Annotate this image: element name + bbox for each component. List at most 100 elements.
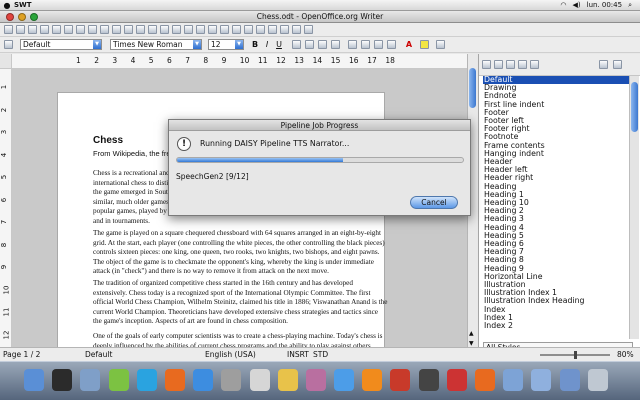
- documents-icon[interactable]: [531, 369, 552, 391]
- glasses-icon[interactable]: [418, 369, 439, 391]
- increase-indent-icon[interactable]: [387, 40, 396, 49]
- export-pdf-icon[interactable]: [64, 25, 73, 34]
- volume-icon[interactable]: ◀): [573, 1, 581, 9]
- folder-icon[interactable]: [503, 369, 524, 391]
- safari-icon[interactable]: [193, 369, 214, 391]
- background-color-icon[interactable]: [436, 40, 445, 49]
- page-style[interactable]: Default: [85, 350, 112, 359]
- finder-icon[interactable]: [24, 369, 44, 391]
- fill-format-icon[interactable]: [599, 60, 608, 69]
- email-icon[interactable]: [40, 25, 49, 34]
- list-styles-icon[interactable]: [530, 60, 539, 69]
- zoom-slider-handle[interactable]: [574, 351, 577, 359]
- zoom-slider[interactable]: [540, 351, 610, 359]
- minimize-window-button[interactable]: [18, 13, 26, 21]
- navigator-icon[interactable]: [244, 25, 253, 34]
- redo-icon[interactable]: [184, 25, 193, 34]
- zoom-window-button[interactable]: [30, 13, 38, 21]
- language[interactable]: English (USA): [205, 350, 256, 359]
- zoom-level[interactable]: 80%: [617, 350, 634, 359]
- save-icon[interactable]: [28, 25, 37, 34]
- document-heading[interactable]: Chess: [93, 135, 123, 146]
- cancel-button[interactable]: Cancel: [410, 196, 458, 209]
- align-center-icon[interactable]: [305, 40, 314, 49]
- page-preview-icon[interactable]: [88, 25, 97, 34]
- styles-formatting-icon[interactable]: [4, 40, 13, 49]
- autospell-icon[interactable]: [112, 25, 121, 34]
- downloads-icon[interactable]: [559, 369, 580, 391]
- spellcheck-icon[interactable]: [100, 25, 109, 34]
- photos-icon[interactable]: [305, 369, 326, 391]
- page-indicator[interactable]: Page 1 / 2: [3, 350, 40, 359]
- itunes-icon[interactable]: [334, 369, 355, 391]
- decrease-indent-icon[interactable]: [374, 40, 383, 49]
- page-styles-icon[interactable]: [518, 60, 527, 69]
- character-styles-icon[interactable]: [494, 60, 503, 69]
- align-left-icon[interactable]: [292, 40, 301, 49]
- scroll-up-icon[interactable]: ▲: [469, 330, 474, 337]
- ical-icon[interactable]: [390, 369, 411, 391]
- trash-icon[interactable]: [587, 369, 608, 391]
- close-window-button[interactable]: [6, 13, 14, 21]
- bold-button[interactable]: B: [250, 39, 260, 50]
- styles-scrollbar[interactable]: [629, 76, 639, 339]
- app-menu[interactable]: SWT: [14, 1, 32, 9]
- vertical-ruler[interactable]: 1 2 3 4 5 6 7 8 9 10 11 12: [0, 69, 12, 355]
- preview-icon[interactable]: [80, 369, 101, 391]
- new-style-icon[interactable]: [613, 60, 622, 69]
- vlc-icon[interactable]: [362, 369, 383, 391]
- scroll-thumb[interactable]: [469, 68, 476, 108]
- hyperlink-icon[interactable]: [196, 25, 205, 34]
- spotlight-icon[interactable]: ⌕: [628, 1, 632, 10]
- style-item[interactable]: Index 2: [483, 321, 629, 330]
- bullets-icon[interactable]: [361, 40, 370, 49]
- scroll-down-icon[interactable]: ▼: [469, 340, 474, 347]
- paragraph-styles-icon[interactable]: [482, 60, 491, 69]
- font-color-icon[interactable]: A: [404, 39, 414, 50]
- document-paragraph[interactable]: The game is played on a square chequered…: [93, 229, 388, 277]
- numbering-icon[interactable]: [348, 40, 357, 49]
- apple-menu-icon[interactable]: ●: [0, 1, 14, 10]
- wifi-icon[interactable]: ◠: [560, 1, 566, 9]
- scripts-icon[interactable]: [221, 369, 242, 391]
- undo-icon[interactable]: [172, 25, 181, 34]
- help-icon[interactable]: [304, 25, 313, 34]
- gallery-icon[interactable]: [256, 25, 265, 34]
- nonprinting-chars-icon[interactable]: [280, 25, 289, 34]
- font-name-select[interactable]: Times New Roman ▼: [110, 39, 202, 50]
- styles-list[interactable]: Default Drawing Endnote First line indent Fo…: [483, 76, 629, 339]
- box-icon[interactable]: [249, 369, 270, 391]
- paragraph-style-select[interactable]: Default ▼: [20, 39, 102, 50]
- underline-button[interactable]: U: [274, 39, 284, 50]
- paste-icon[interactable]: [148, 25, 157, 34]
- insert-mode[interactable]: INSRT: [287, 350, 309, 359]
- font-size-select[interactable]: 12 ▼: [208, 39, 244, 50]
- document-paragraph[interactable]: The tradition of organized competitive c…: [93, 279, 388, 327]
- find-replace-icon[interactable]: [232, 25, 241, 34]
- align-right-icon[interactable]: [318, 40, 327, 49]
- terminal-icon[interactable]: [52, 369, 73, 391]
- highlight-icon[interactable]: [420, 40, 429, 49]
- format-paintbrush-icon[interactable]: [160, 25, 169, 34]
- new-document-icon[interactable]: [4, 25, 13, 34]
- italic-button[interactable]: I: [262, 39, 272, 50]
- data-sources-icon[interactable]: [268, 25, 277, 34]
- cut-icon[interactable]: [124, 25, 133, 34]
- edit-file-icon[interactable]: [52, 25, 61, 34]
- firefox2-icon[interactable]: [475, 369, 496, 391]
- zoom-icon[interactable]: [292, 25, 301, 34]
- justify-icon[interactable]: [331, 40, 340, 49]
- frame-styles-icon[interactable]: [506, 60, 515, 69]
- copy-icon[interactable]: [136, 25, 145, 34]
- horizontal-ruler[interactable]: 1 2 3 4 5 6 7 8 9 10 11 12 13 14 15 16 17 18: [12, 54, 467, 69]
- skype-icon[interactable]: [136, 369, 157, 391]
- table-icon[interactable]: [208, 25, 217, 34]
- show-draw-functions-icon[interactable]: [220, 25, 229, 34]
- scroll-thumb[interactable]: [631, 82, 638, 132]
- pencil-icon[interactable]: [277, 369, 298, 391]
- android-icon[interactable]: [108, 369, 129, 391]
- parallels-icon[interactable]: [446, 369, 467, 391]
- selection-mode[interactable]: STD: [313, 350, 328, 359]
- open-icon[interactable]: [16, 25, 25, 34]
- firefox-icon[interactable]: [164, 369, 185, 391]
